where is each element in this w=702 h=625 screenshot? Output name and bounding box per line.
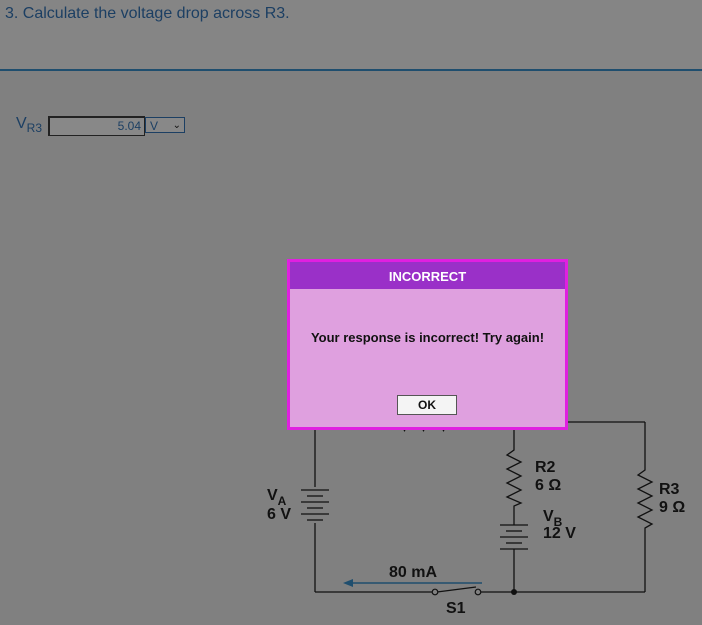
current-arrow-icon xyxy=(343,579,353,587)
switch-s1-lever[interactable] xyxy=(436,586,477,593)
switch-label: S1 xyxy=(446,600,466,617)
resistor-r2-symbol xyxy=(505,445,523,510)
vb-voltage: 12 V xyxy=(543,525,576,542)
dialog-message: Your response is incorrect! Try again! xyxy=(310,330,545,345)
incorrect-dialog: INCORRECT Your response is incorrect! Tr… xyxy=(287,259,568,430)
current-label: 80 mA xyxy=(389,564,437,581)
resistor-r3-symbol xyxy=(636,465,654,532)
battery-vb-symbol xyxy=(500,524,528,550)
r2-value: 6 Ω xyxy=(535,477,561,494)
va-label: VA xyxy=(267,487,287,508)
va-voltage: 6 V xyxy=(267,506,291,523)
junction-dot xyxy=(511,589,517,595)
switch-contact-left xyxy=(431,588,439,596)
battery-va-symbol xyxy=(301,489,329,521)
r3-value: 9 Ω xyxy=(659,499,685,516)
dialog-title: INCORRECT xyxy=(290,262,565,289)
r2-label: R2 xyxy=(535,459,556,476)
r3-label: R3 xyxy=(659,481,680,498)
ok-button[interactable]: OK xyxy=(397,395,457,415)
switch-contact-right xyxy=(474,588,482,596)
